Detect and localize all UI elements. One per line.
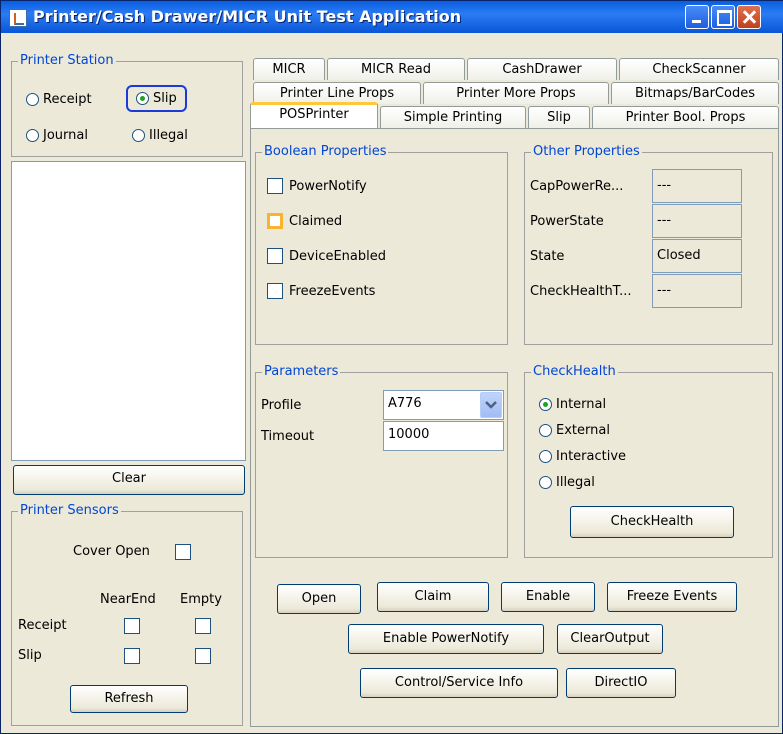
tab-printer-line-props[interactable]: Printer Line Props [253,82,421,104]
other-properties-legend: Other Properties [531,144,642,159]
tab-slip[interactable]: Slip [528,106,590,128]
tab-simple-printing[interactable]: Simple Printing [380,106,526,128]
tab-bitmaps-barcodes[interactable]: Bitmaps/BarCodes [611,82,779,104]
state-value: Closed [652,239,742,273]
control-service-info-button[interactable]: Control/Service Info [360,668,558,698]
power-state-value: --- [652,204,742,238]
open-button[interactable]: Open [277,584,361,614]
check-health-text-value: --- [652,274,742,308]
check-health-group: CheckHealth Internal External Interactiv… [524,364,773,558]
power-notify-checkbox[interactable]: PowerNotify [267,178,367,194]
parameters-group: Parameters Profile A776 Timeout 10000 [255,364,508,558]
boolean-properties-group: Boolean Properties PowerNotify Claimed D… [255,144,508,345]
device-enabled-checkbox[interactable]: DeviceEnabled [267,248,386,264]
other-properties-group: Other Properties CapPowerRe... --- Power… [524,144,773,345]
claim-button[interactable]: Claim [377,582,489,612]
boolean-properties-legend: Boolean Properties [262,144,389,159]
tab-check-scanner[interactable]: CheckScanner [619,58,779,80]
printer-station-group: Printer Station Receipt Slip Journal Ill… [11,53,243,157]
tab-content-panel: Boolean Properties PowerNotify Claimed D… [250,128,779,727]
title-bar[interactable]: Printer/Cash Drawer/MICR Unit Test Appli… [1,1,783,33]
near-end-header: NearEnd [100,592,156,607]
receipt-empty-checkbox [195,618,211,634]
parameters-legend: Parameters [262,364,341,379]
empty-header: Empty [180,592,222,607]
window-title: Printer/Cash Drawer/MICR Unit Test Appli… [33,7,462,26]
clear-button[interactable]: Clear [13,465,245,495]
printer-station-legend: Printer Station [18,53,116,68]
check-health-external-radio[interactable]: External [539,423,610,438]
radio-selected-icon [539,398,552,411]
check-health-legend: CheckHealth [531,364,618,379]
enable-power-notify-button[interactable]: Enable PowerNotify [348,624,544,654]
slip-empty-checkbox [195,648,211,664]
radio-circle-icon [539,450,552,463]
tab-printer-more-props[interactable]: Printer More Props [423,82,609,104]
state-label: State [530,249,565,264]
power-state-label: PowerState [530,214,604,229]
radio-circle-icon [26,93,39,106]
check-health-internal-radio[interactable]: Internal [539,397,606,412]
station-journal-radio[interactable]: Journal [26,128,88,143]
checkbox-icon [267,283,283,299]
freeze-events-button[interactable]: Freeze Events [607,582,737,612]
radio-circle-icon [539,476,552,489]
close-button[interactable] [737,5,761,29]
timeout-label: Timeout [261,429,315,444]
chevron-down-icon[interactable] [480,392,502,418]
clear-output-button[interactable]: ClearOutput [557,624,663,654]
slip-near-end-checkbox [124,648,140,664]
slip-sensor-label: Slip [18,648,42,663]
check-health-button[interactable]: CheckHealth [570,506,734,538]
receipt-sensor-label: Receipt [18,618,67,633]
check-health-illegal-radio[interactable]: Illegal [539,475,595,490]
claimed-checkbox[interactable]: Claimed [267,213,342,229]
minimize-button[interactable] [685,5,709,29]
refresh-button[interactable]: Refresh [70,685,188,713]
cover-open-checkbox [175,544,191,560]
check-health-interactive-radio[interactable]: Interactive [539,449,626,464]
output-text-area[interactable] [11,161,246,461]
tab-posprinter[interactable]: POSPrinter [250,102,378,128]
profile-label: Profile [261,398,302,413]
printer-sensors-legend: Printer Sensors [18,503,121,518]
enable-button[interactable]: Enable [501,582,595,612]
station-receipt-radio[interactable]: Receipt [26,92,92,107]
tab-printer-bool-props[interactable]: Printer Bool. Props [592,106,779,128]
direct-io-button[interactable]: DirectIO [566,668,676,698]
radio-circle-icon [26,129,39,142]
checkbox-icon [267,248,283,264]
java-app-icon[interactable] [9,9,27,27]
app-window: Printer/Cash Drawer/MICR Unit Test Appli… [0,0,783,734]
radio-circle-icon [132,129,145,142]
check-health-text-label: CheckHealthT... [530,284,632,299]
cover-open-label: Cover Open [73,544,150,559]
maximize-button[interactable] [711,5,735,29]
printer-sensors-group: Printer Sensors Cover Open NearEnd Empty… [11,503,243,726]
tab-cash-drawer[interactable]: CashDrawer [467,58,617,80]
checkbox-icon [267,213,283,229]
receipt-near-end-checkbox [124,618,140,634]
tab-micr-read[interactable]: MICR Read [327,58,465,80]
station-slip-radio[interactable]: Slip [126,85,187,112]
radio-circle-icon [539,424,552,437]
radio-selected-icon [136,92,149,105]
profile-select[interactable]: A776 [383,390,504,420]
cap-power-reporting-value: --- [652,169,742,203]
freeze-events-checkbox[interactable]: FreezeEvents [267,283,375,299]
timeout-input[interactable]: 10000 [383,421,504,451]
cap-power-reporting-label: CapPowerRe... [530,179,624,194]
tab-micr[interactable]: MICR [253,58,325,80]
station-illegal-radio[interactable]: Illegal [132,128,188,143]
checkbox-icon [267,178,283,194]
